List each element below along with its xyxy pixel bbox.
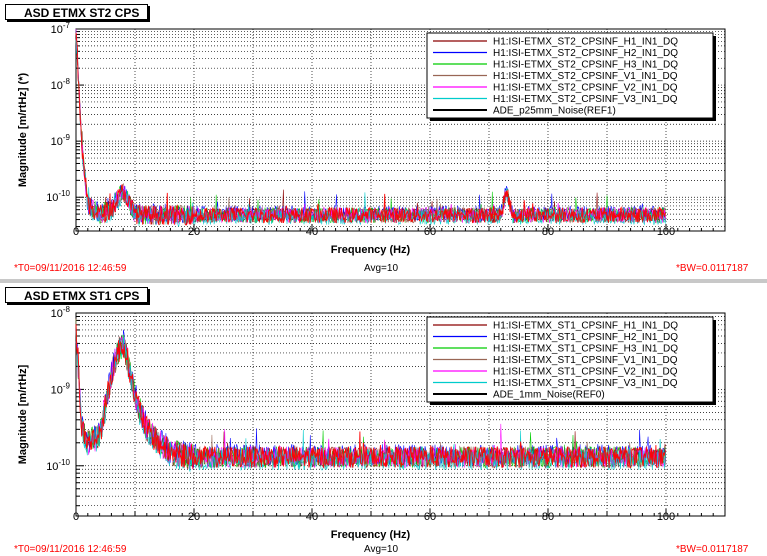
bottom-footer-avg: Avg=10 [364, 544, 399, 555]
top-footer-t0: *T0=09/11/2016 12:46:59 [14, 263, 127, 274]
x-tick-label: 80 [542, 226, 554, 238]
y-tick-label: 10-10 [46, 458, 70, 473]
bottom-footer-t0: *T0=09/11/2016 12:46:59 [14, 544, 127, 555]
legend-entry: H1:ISI-ETMX_ST1_CPSINF_H3_IN1_DQ [493, 344, 678, 355]
y-tick-label: 10-8 [51, 305, 71, 320]
y-tick-label: 10-8 [51, 77, 71, 92]
legend-entry: H1:ISI-ETMX_ST2_CPSINF_H3_IN1_DQ [493, 60, 678, 71]
x-tick-label: 20 [188, 226, 200, 238]
x-tick-label: 80 [542, 511, 554, 523]
y-axis-label: Magnitude [m/rtHz] (*) [17, 73, 29, 188]
top-chart-plot[interactable]: 0 20 40 60 80 100 10-10 10-9 10-8 10-7 Frequency (… [0, 0, 767, 278]
top-footer-avg: Avg=10 [364, 263, 399, 274]
top-chart-footer: *T0=09/11/2016 12:46:59 Avg=10 *BW=0.011… [0, 263, 767, 275]
legend-entry: ADE_1mm_Noise(REF0) [493, 390, 605, 401]
top-chart-panel: ASD ETMX ST2 CPS 0 20 40 60 80 100 10-10 10-9 10… [0, 0, 767, 278]
y-tick-label: 10-9 [51, 381, 71, 396]
x-tick-label: 60 [424, 511, 436, 523]
y-tick-label: 10-9 [51, 133, 71, 148]
x-tick-label: 60 [424, 226, 436, 238]
x-tick-label: 40 [306, 226, 318, 238]
x-tick-label: 20 [188, 511, 200, 523]
legend-entry: H1:ISI-ETMX_ST2_CPSINF_H1_IN1_DQ [493, 37, 678, 48]
x-tick-label: 100 [657, 511, 675, 523]
bottom-chart-footer: *T0=09/11/2016 12:46:59 Avg=10 *BW=0.011… [0, 544, 767, 556]
x-axis-label: Frequency (Hz) [331, 244, 411, 256]
y-axis-label: Magnitude [m/rtHz] [17, 364, 29, 464]
x-tick-label: 0 [73, 511, 79, 523]
x-axis-label: Frequency (Hz) [331, 529, 411, 541]
legend-entry: H1:ISI-ETMX_ST1_CPSINF_H1_IN1_DQ [493, 321, 678, 332]
y-tick-label: 10-10 [46, 189, 70, 204]
y-tick-label: 10-7 [51, 21, 71, 36]
bottom-footer-bw: *BW=0.0117187 [676, 544, 749, 555]
legend-entry: H1:ISI-ETMX_ST2_CPSINF_V1_IN1_DQ [493, 71, 678, 82]
bottom-chart-panel: ASD ETMX ST1 CPS 0 20 40 60 80 100 10-10 10-9 10… [0, 283, 767, 556]
x-tick-label: 0 [73, 226, 79, 238]
legend-entry: H1:ISI-ETMX_ST2_CPSINF_V3_IN1_DQ [493, 94, 678, 105]
x-tick-label: 100 [657, 226, 675, 238]
legend-entry: H1:ISI-ETMX_ST1_CPSINF_V1_IN1_DQ [493, 355, 678, 366]
top-footer-bw: *BW=0.0117187 [676, 263, 749, 274]
legend-entry: H1:ISI-ETMX_ST1_CPSINF_V3_IN1_DQ [493, 378, 678, 389]
bottom-chart-plot[interactable]: 0 20 40 60 80 100 10-10 10-9 10-8 Frequency (Hz) M… [0, 283, 767, 556]
legend-entry: H1:ISI-ETMX_ST2_CPSINF_H2_IN1_DQ [493, 48, 678, 59]
x-tick-label: 40 [306, 511, 318, 523]
legend-entry: H1:ISI-ETMX_ST2_CPSINF_V2_IN1_DQ [493, 83, 678, 94]
legend-entry: H1:ISI-ETMX_ST1_CPSINF_H2_IN1_DQ [493, 332, 678, 343]
legend-entry: ADE_p25mm_Noise(REF1) [493, 106, 616, 117]
legend-entry: H1:ISI-ETMX_ST1_CPSINF_V2_IN1_DQ [493, 367, 678, 378]
